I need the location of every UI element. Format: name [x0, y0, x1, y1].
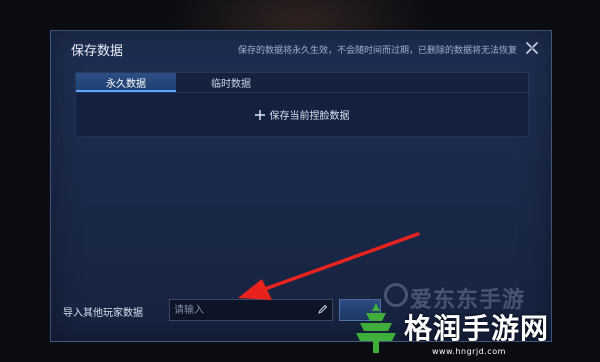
close-icon[interactable] — [525, 41, 539, 55]
data-tabs: 永久数据 临时数据 — [75, 72, 529, 93]
tab-permanent-data[interactable]: 永久数据 — [76, 73, 176, 92]
import-label: 导入其他玩家数据 — [63, 308, 143, 319]
tab-temporary-data[interactable]: 临时数据 — [176, 73, 286, 92]
dialog-title: 保存数据 — [71, 44, 124, 59]
import-input[interactable] — [174, 300, 312, 320]
import-field — [169, 299, 333, 321]
watermark-main-text: 格润手游网 — [404, 312, 550, 345]
save-current-face-button[interactable]: 保存当前捏脸数据 — [75, 92, 529, 137]
dialog-note: 保存的数据将永久生效，不会随时间而过期，已删除的数据将无法恢复 — [237, 46, 517, 56]
save-current-face-label: 保存当前捏脸数据 — [269, 111, 350, 122]
watermark-url: www.hngrjd.com — [432, 347, 506, 356]
watermark-logo-icon — [356, 303, 396, 353]
plus-icon — [254, 109, 265, 120]
pencil-icon[interactable] — [317, 304, 328, 315]
